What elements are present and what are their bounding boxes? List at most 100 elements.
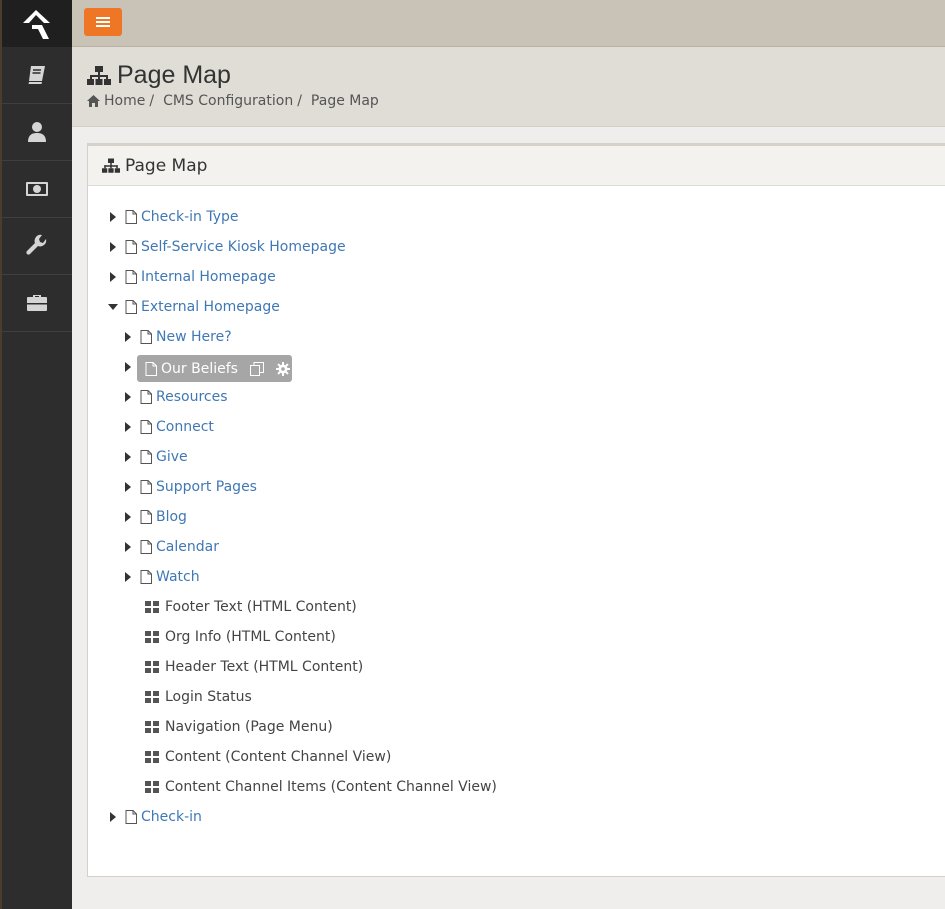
panel-title: Page Map: [125, 155, 208, 176]
caret-right-icon[interactable]: [106, 812, 120, 822]
tree-link[interactable]: Self-Service Kiosk Homepage: [141, 239, 346, 255]
breadcrumb-page-map: Page Map: [310, 93, 379, 109]
sidebar-item-tools[interactable]: [2, 275, 72, 332]
selected-page-node[interactable]: Our Beliefs: [137, 355, 292, 382]
caret-right-icon[interactable]: [121, 422, 135, 432]
breadcrumb-cms-configuration[interactable]: CMS Configuration: [163, 93, 293, 109]
caret-right-icon[interactable]: [121, 392, 135, 402]
tree-item[interactable]: Give: [121, 442, 188, 472]
tree-item[interactable]: Check-in: [106, 802, 202, 832]
top-bar: [72, 0, 945, 47]
user-icon: [28, 122, 46, 142]
file-icon: [145, 361, 157, 376]
money-icon: [26, 182, 48, 196]
gear-icon[interactable]: [275, 361, 290, 376]
selected-page-label[interactable]: Our Beliefs: [161, 361, 238, 377]
home-icon: [87, 95, 100, 107]
sidebar-item-finance[interactable]: [2, 161, 72, 218]
caret-right-icon[interactable]: [106, 212, 120, 222]
breadcrumb-home[interactable]: Home: [104, 93, 145, 109]
file-icon: [140, 480, 152, 494]
tree-item[interactable]: Connect: [121, 412, 214, 442]
rock-logo[interactable]: [2, 0, 72, 47]
block-label[interactable]: Login Status: [165, 689, 252, 705]
block-label[interactable]: Navigation (Page Menu): [165, 719, 333, 735]
caret-right-icon[interactable]: [106, 272, 120, 282]
page-map-panel: Page Map Check-in Type Self-Service Kios…: [87, 143, 945, 877]
block-item[interactable]: Org Info (HTML Content): [145, 622, 336, 652]
tree-item[interactable]: Resources: [121, 382, 228, 412]
tree-link[interactable]: Support Pages: [156, 479, 257, 495]
block-item[interactable]: Footer Text (HTML Content): [145, 592, 357, 622]
tree-link[interactable]: Internal Homepage: [141, 269, 276, 285]
sidebar: [2, 0, 72, 909]
file-icon: [140, 540, 152, 554]
caret-right-icon[interactable]: [121, 482, 135, 492]
file-icon: [125, 270, 137, 284]
caret-right-icon[interactable]: [121, 572, 135, 582]
caret-right-icon[interactable]: [121, 452, 135, 462]
tree-item[interactable]: Check-in Type: [106, 202, 239, 232]
tree-link[interactable]: Resources: [156, 389, 228, 405]
tree-item-expanded[interactable]: External Homepage: [106, 292, 280, 322]
tree-item[interactable]: Watch: [121, 562, 200, 592]
file-icon: [140, 450, 152, 464]
tree-link[interactable]: Connect: [156, 419, 214, 435]
caret-right-icon[interactable]: [106, 242, 120, 252]
block-icon: [145, 601, 159, 613]
file-icon: [140, 510, 152, 524]
caret-right-icon[interactable]: [121, 362, 135, 372]
tree-link[interactable]: Check-in: [141, 809, 202, 825]
file-icon: [140, 390, 152, 404]
tree-link[interactable]: Blog: [156, 509, 187, 525]
copy-icon[interactable]: [249, 361, 264, 376]
block-item[interactable]: Content (Content Channel View): [145, 742, 391, 772]
menu-toggle-button[interactable]: [84, 8, 122, 36]
panel-header: Page Map: [88, 146, 945, 186]
page-title-text: Page Map: [117, 61, 231, 89]
block-icon: [145, 691, 159, 703]
block-label[interactable]: Header Text (HTML Content): [165, 659, 363, 675]
file-icon: [125, 240, 137, 254]
block-item[interactable]: Header Text (HTML Content): [145, 652, 363, 682]
block-icon: [145, 751, 159, 763]
tree-link[interactable]: Check-in Type: [141, 209, 239, 225]
tree-item[interactable]: Calendar: [121, 532, 219, 562]
block-label[interactable]: Content Channel Items (Content Channel V…: [165, 779, 497, 795]
tree-link[interactable]: External Homepage: [141, 299, 280, 315]
block-item[interactable]: Login Status: [145, 682, 252, 712]
tree-item[interactable]: Self-Service Kiosk Homepage: [106, 232, 346, 262]
tree-item[interactable]: New Here?: [121, 322, 232, 352]
caret-right-icon[interactable]: [121, 512, 135, 522]
sidebar-item-book[interactable]: [2, 47, 72, 104]
tree-item[interactable]: Support Pages: [121, 472, 257, 502]
sitemap-icon: [87, 65, 111, 85]
briefcase-icon: [27, 295, 47, 311]
file-icon: [125, 810, 137, 824]
hamburger-icon: [96, 17, 110, 27]
logo-icon: [23, 9, 50, 39]
tree-item[interactable]: Internal Homepage: [106, 262, 276, 292]
wrench-icon: [26, 234, 47, 255]
block-label[interactable]: Org Info (HTML Content): [165, 629, 336, 645]
sidebar-item-people[interactable]: [2, 104, 72, 161]
block-icon: [145, 781, 159, 793]
tree-link[interactable]: Calendar: [156, 539, 219, 555]
page-title: Page Map: [87, 61, 231, 90]
block-label[interactable]: Content (Content Channel View): [165, 749, 391, 765]
block-item[interactable]: Navigation (Page Menu): [145, 712, 333, 742]
block-icon: [145, 631, 159, 643]
page-header: Page Map Home / CMS Configuration / Page…: [72, 47, 945, 127]
tree-item[interactable]: Blog: [121, 502, 187, 532]
file-icon: [125, 300, 137, 314]
caret-right-icon[interactable]: [121, 542, 135, 552]
sidebar-item-admin-tools[interactable]: [2, 218, 72, 275]
block-label[interactable]: Footer Text (HTML Content): [165, 599, 357, 615]
tree-link[interactable]: Watch: [156, 569, 200, 585]
tree-link[interactable]: Give: [156, 449, 188, 465]
tree-link[interactable]: New Here?: [156, 329, 232, 345]
caret-down-icon[interactable]: [106, 304, 120, 310]
caret-right-icon[interactable]: [121, 332, 135, 342]
block-item[interactable]: Content Channel Items (Content Channel V…: [145, 772, 497, 802]
file-icon: [140, 570, 152, 584]
